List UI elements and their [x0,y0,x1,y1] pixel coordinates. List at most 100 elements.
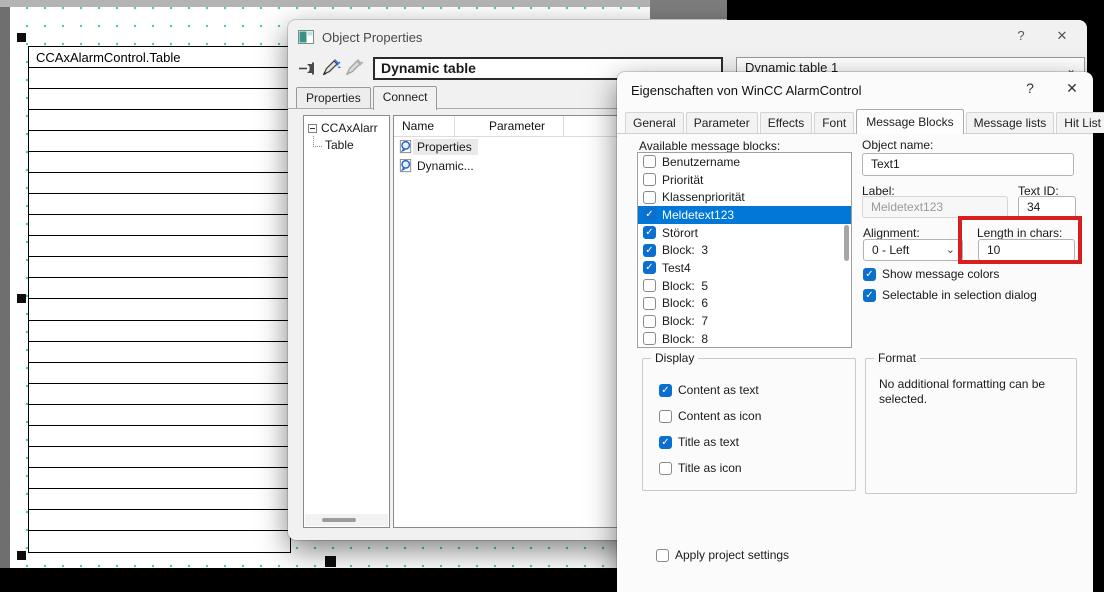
display-option-label: Title as icon [678,461,742,475]
show-message-colors-row[interactable]: ✓ Show message colors [863,267,999,281]
message-block-label: Test4 [662,261,691,275]
tab-parameter[interactable]: Parameter [686,112,758,133]
display-groupbox: Display ✓Content as textContent as icon✓… [642,358,856,491]
dialog-title: Object Properties [322,30,422,45]
table-row [29,110,290,131]
checkbox-icon[interactable] [659,410,672,423]
message-block-item[interactable]: ✓ Block: 3 [638,241,851,259]
selection-handle-middle-left[interactable] [17,294,26,303]
apply-project-settings-row[interactable]: Apply project settings [656,548,789,562]
table-row [29,447,290,468]
scrollbar-thumb[interactable] [844,225,849,261]
table-row [29,194,290,215]
table-object-label: CCAxAlarmControl.Table [29,47,290,65]
message-block-item[interactable]: ✓Störort [638,224,851,242]
object-properties-titlebar[interactable]: Object Properties ? ✕ [288,20,1087,54]
close-button[interactable]: ✕ [1051,28,1073,44]
scrollbar-thumb[interactable] [322,518,356,522]
display-option-row[interactable]: ✓Content as text [659,377,849,403]
column-divider[interactable] [454,116,455,137]
format-info-text: No additional formatting can be selected… [879,377,1064,407]
checkbox-icon[interactable] [643,155,656,168]
column-header-name[interactable]: Name [402,119,434,133]
message-block-item[interactable]: Block: 7 [638,312,851,330]
checkbox-icon[interactable]: ✓ [643,261,656,274]
list-vertical-scrollbar[interactable] [844,155,849,345]
display-option-label: Title as text [678,435,739,449]
close-button[interactable]: ✕ [1061,80,1083,97]
length-in-chars-field[interactable]: 10 [978,239,1075,261]
selection-handle-bottom-middle[interactable] [325,556,336,567]
alarmcontrol-properties-dialog: Eigenschaften von WinCC AlarmControl ? ✕… [617,72,1093,592]
alignment-label: Alignment: [863,226,920,240]
text-id-field[interactable]: 34 [1018,196,1076,218]
properties-doc-icon [398,158,413,173]
checkbox-icon[interactable] [643,315,656,328]
table-row [29,405,290,426]
collapse-icon[interactable] [308,124,317,133]
checkbox-icon[interactable] [643,191,656,204]
checkbox-icon[interactable] [643,173,656,186]
tab-properties[interactable]: Properties [296,87,371,109]
checkbox-icon[interactable]: ✓ [659,436,672,449]
tree-horizontal-scrollbar[interactable] [305,514,388,526]
column-header-parameter[interactable]: Parameter [489,119,545,133]
tab-font[interactable]: Font [814,112,854,133]
message-block-label: Block: 3 [662,243,708,257]
display-option-row[interactable]: ✓ Title as text [659,429,849,455]
selectable-label: Selectable in selection dialog [882,288,1037,302]
pin-icon[interactable] [299,62,319,75]
checkbox-icon[interactable]: ✓ [643,244,656,257]
display-option-row[interactable]: Title as icon [659,455,849,481]
checkbox-icon[interactable]: ✓ [643,208,656,221]
message-block-label: Block: 5 [662,279,708,293]
object-tree-panel[interactable]: CCAxAlarr Table [303,115,390,528]
display-options: ✓Content as textContent as icon ✓ Title as… [659,377,849,481]
table-row [29,236,290,257]
tab-message-blocks[interactable]: Message Blocks [856,109,963,134]
alarm-table[interactable]: CCAxAlarmControl.Table [28,46,291,553]
tab-message-lists[interactable]: Message lists [966,112,1055,133]
checkbox-icon[interactable] [643,279,656,292]
tab-effects[interactable]: Effects [760,112,812,133]
table-row [29,257,290,278]
display-option-row[interactable]: Content as icon [659,403,849,429]
message-block-item[interactable]: Priorität [638,171,851,189]
checkbox-icon[interactable] [643,297,656,310]
message-block-item[interactable]: Benutzername [638,153,851,171]
edit-dynamic-icon[interactable] [322,59,341,76]
selectable-in-selection-dialog-row[interactable]: ✓ Selectable in selection dialog [863,288,1037,302]
message-blocks-list[interactable]: BenutzernamePrioritätKlassenpriorität ✓ Me… [637,152,852,348]
table-row [29,384,290,405]
object-name-field[interactable]: Text1 [862,153,1074,176]
help-button[interactable]: ? [1019,80,1041,96]
checkbox-icon[interactable] [643,332,656,345]
checkbox-icon[interactable]: ✓ [863,289,876,302]
selection-handle-top-left[interactable] [17,33,26,42]
tree-node-table[interactable]: Table [304,136,389,152]
help-button[interactable]: ? [1010,28,1032,43]
checkbox-icon[interactable]: ✓ [863,268,876,281]
checkbox-icon[interactable]: ✓ [643,226,656,239]
tree-node-root[interactable]: CCAxAlarr [304,116,389,135]
checkbox-icon[interactable] [656,549,669,562]
checkbox-icon[interactable] [659,462,672,475]
message-block-label: Block: 8 [662,332,708,346]
message-block-item[interactable]: Klassenpriorität [638,188,851,206]
message-block-item[interactable]: Block: 5 [638,277,851,295]
message-block-item[interactable]: ✓ Test4 [638,259,851,277]
tab-general[interactable]: General [625,112,684,133]
message-block-item[interactable]: Block: 8 [638,330,851,348]
checkbox-icon[interactable]: ✓ [659,384,672,397]
column-divider[interactable] [563,116,564,137]
message-block-item[interactable]: Block: 6 [638,295,851,313]
alarmcontrol-titlebar[interactable]: Eigenschaften von WinCC AlarmControl ? ✕ [617,72,1093,109]
table-row [29,173,290,194]
message-block-label: Meldetext123 [662,208,734,222]
tree-child-label: Table [325,138,354,152]
tab-connect[interactable]: Connect [373,86,438,110]
tab-hit-list[interactable]: Hit List [1056,112,1104,133]
alignment-select[interactable]: 0 - Left ⌄ [863,239,963,261]
message-block-item[interactable]: ✓ Meldetext123 [638,206,851,224]
selection-handle-bottom-left[interactable] [17,551,26,560]
